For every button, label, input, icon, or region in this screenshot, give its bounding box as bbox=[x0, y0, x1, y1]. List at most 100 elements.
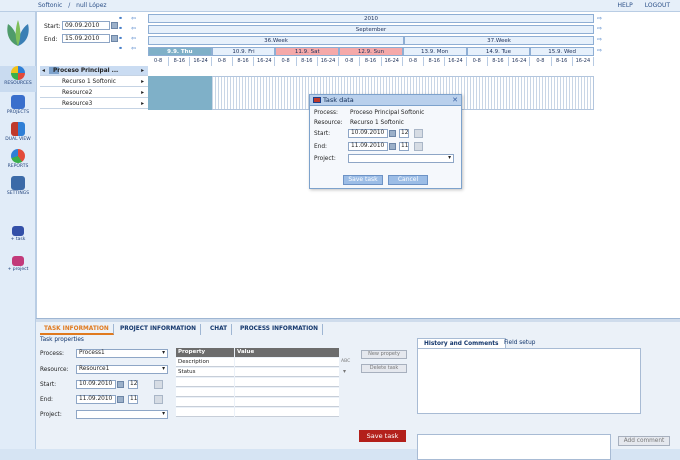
resource-select[interactable]: Resource1 ▾ bbox=[76, 365, 168, 374]
start-hour-spinner[interactable]: 12 bbox=[128, 380, 138, 389]
cancel-button[interactable]: Cancel bbox=[388, 175, 428, 185]
chevron-right-icon[interactable]: ▸ bbox=[141, 77, 144, 87]
calendar-icon[interactable] bbox=[117, 381, 124, 388]
help-link[interactable]: HELP bbox=[618, 2, 633, 9]
tree-resource-row[interactable]: Resource3 ▸ bbox=[40, 99, 148, 109]
resource-name: Resource3 bbox=[62, 101, 93, 107]
hour-button[interactable] bbox=[414, 129, 423, 138]
start-date-input[interactable]: 09.09.2010 bbox=[62, 21, 110, 30]
link-icon[interactable]: ⚭ bbox=[118, 25, 123, 32]
new-property-button[interactable]: New propety bbox=[361, 350, 407, 359]
breadcrumb-user[interactable]: null López bbox=[76, 2, 106, 9]
hour-button[interactable] bbox=[154, 380, 163, 389]
dropdown-icon[interactable]: ▾ bbox=[162, 366, 165, 373]
add-project-icon bbox=[12, 256, 24, 266]
nav-add-task[interactable]: + task bbox=[0, 226, 36, 248]
end-hour-spinner[interactable]: 11 bbox=[399, 142, 409, 151]
end-hour-spinner[interactable]: 11 bbox=[128, 395, 138, 404]
arrow-left-icon[interactable]: ⇦ bbox=[131, 15, 136, 22]
nav-resources[interactable]: RESOURCES bbox=[0, 66, 36, 92]
time-slot-header: 16-24 bbox=[190, 57, 212, 66]
hour-button[interactable] bbox=[414, 142, 423, 151]
dropdown-icon[interactable]: ▾ bbox=[162, 350, 165, 357]
value-cell[interactable] bbox=[235, 368, 339, 377]
abc-sort-icon[interactable]: ABC bbox=[341, 359, 350, 364]
calendar-icon[interactable] bbox=[111, 35, 118, 42]
arrow-right-icon[interactable]: ⇨ bbox=[597, 36, 602, 43]
dropdown-icon[interactable]: ▾ bbox=[162, 411, 165, 418]
arrow-right-icon[interactable]: ⇨ bbox=[597, 25, 602, 32]
time-slot-header: 0-8 bbox=[467, 57, 488, 66]
nav-reports[interactable]: REPORTS bbox=[0, 149, 36, 173]
tree-resource-row[interactable]: Resource2 ▸ bbox=[40, 88, 148, 98]
delete-task-button[interactable]: Delete task bbox=[361, 364, 407, 373]
add-comment-button[interactable]: Add comment bbox=[618, 436, 670, 446]
dialog-end-input[interactable]: 11.09.2010 bbox=[348, 142, 388, 151]
tab-task-information[interactable]: TASK INFORMATION bbox=[40, 324, 114, 335]
chevron-right-icon[interactable]: ▸ bbox=[141, 99, 144, 109]
property-row-status[interactable]: Status bbox=[176, 368, 234, 377]
calendar-icon[interactable] bbox=[389, 143, 396, 150]
time-slot-header: 8-16 bbox=[169, 57, 191, 66]
link-icon[interactable]: ⚭ bbox=[118, 15, 123, 22]
expand-icon[interactable]: ◂ bbox=[42, 66, 45, 76]
link-icon[interactable]: ⚭ bbox=[118, 45, 123, 52]
bottom-start-input[interactable]: 10.09.2010 bbox=[76, 380, 116, 389]
breadcrumb-company[interactable]: Softonic bbox=[38, 2, 62, 9]
nav-projects[interactable]: PROJECTS bbox=[0, 95, 36, 119]
top-bar: Softonic / null López HELP LOGOUT bbox=[0, 0, 680, 12]
nav-dual-view[interactable]: DUAL VIEW bbox=[0, 122, 36, 146]
chevron-right-icon[interactable]: ▸ bbox=[141, 66, 144, 76]
calendar-icon[interactable] bbox=[117, 396, 124, 403]
dual-view-icon bbox=[11, 122, 25, 136]
tab-process-information[interactable]: PROCESS INFORMATION bbox=[236, 324, 324, 335]
process-label: Process: bbox=[314, 110, 338, 116]
process-select[interactable]: Process1 ▾ bbox=[76, 349, 168, 358]
close-icon[interactable]: ✕ bbox=[452, 95, 458, 106]
empty-row bbox=[235, 378, 339, 387]
tab-history-comments[interactable]: History and Comments bbox=[417, 338, 506, 348]
process-value: Proceso Principal Softonic bbox=[350, 110, 425, 116]
time-slot-header: 0-8 bbox=[148, 57, 170, 66]
link-icon[interactable]: ⚭ bbox=[118, 35, 123, 42]
tab-chat[interactable]: CHAT bbox=[206, 324, 233, 335]
calendar-icon[interactable] bbox=[389, 130, 396, 137]
save-task-button[interactable]: Save task bbox=[343, 175, 383, 185]
start-hour-spinner[interactable]: 12 bbox=[399, 129, 409, 138]
tree-resource-row[interactable]: Recurso 1 Softonic ▸ bbox=[40, 77, 148, 87]
chevron-right-icon[interactable]: ▸ bbox=[141, 88, 144, 98]
process-name: Proceso Principal ... bbox=[53, 68, 119, 74]
time-slot-header: 16-24 bbox=[254, 57, 276, 66]
hour-button[interactable] bbox=[154, 395, 163, 404]
bottom-end-input[interactable]: 11.09.2010 bbox=[76, 395, 116, 404]
nav-label: RESOURCES bbox=[4, 81, 32, 86]
add-task-icon bbox=[12, 226, 24, 236]
arrow-right-icon[interactable]: ⇨ bbox=[597, 15, 602, 22]
task-data-dialog: Task data ✕ Process: Proceso Principal S… bbox=[309, 94, 462, 189]
dropdown-icon[interactable]: ▾ bbox=[448, 155, 451, 162]
tab-project-information[interactable]: PROJECT INFORMATION bbox=[116, 324, 202, 335]
history-panel: History and Comments Field setup Add com… bbox=[414, 338, 670, 460]
arrow-left-icon[interactable]: ⇦ bbox=[131, 25, 136, 32]
nav-add-project[interactable]: + project bbox=[0, 256, 36, 278]
arrow-left-icon[interactable]: ⇦ bbox=[131, 35, 136, 42]
arrow-right-icon[interactable]: ⇨ bbox=[597, 47, 602, 54]
tree-process-row[interactable]: ◂ Proceso Principal ... ▸ bbox=[40, 66, 148, 76]
nav-settings[interactable]: SETTINGS bbox=[0, 176, 36, 200]
logout-link[interactable]: LOGOUT bbox=[645, 2, 670, 9]
save-task-button[interactable]: Save task bbox=[359, 430, 406, 442]
end-date-input[interactable]: 15.09.2010 bbox=[62, 34, 110, 43]
dropdown-icon[interactable]: ▾ bbox=[343, 368, 346, 375]
tab-field-setup[interactable]: Field setup bbox=[498, 338, 541, 348]
day-header: 13.9. Mon bbox=[402, 47, 467, 56]
property-row-description[interactable]: Description bbox=[176, 358, 234, 367]
time-slot-header: 8-16 bbox=[488, 57, 510, 66]
project-select[interactable]: ▾ bbox=[348, 154, 454, 163]
end-label: End: bbox=[314, 144, 327, 150]
value-cell[interactable] bbox=[235, 358, 339, 367]
comment-input[interactable] bbox=[417, 434, 611, 460]
dialog-start-input[interactable]: 10.09.2010 bbox=[348, 129, 388, 138]
project-select[interactable]: ▾ bbox=[76, 410, 168, 419]
arrow-left-icon[interactable]: ⇦ bbox=[131, 45, 136, 52]
calendar-icon[interactable] bbox=[111, 22, 118, 29]
